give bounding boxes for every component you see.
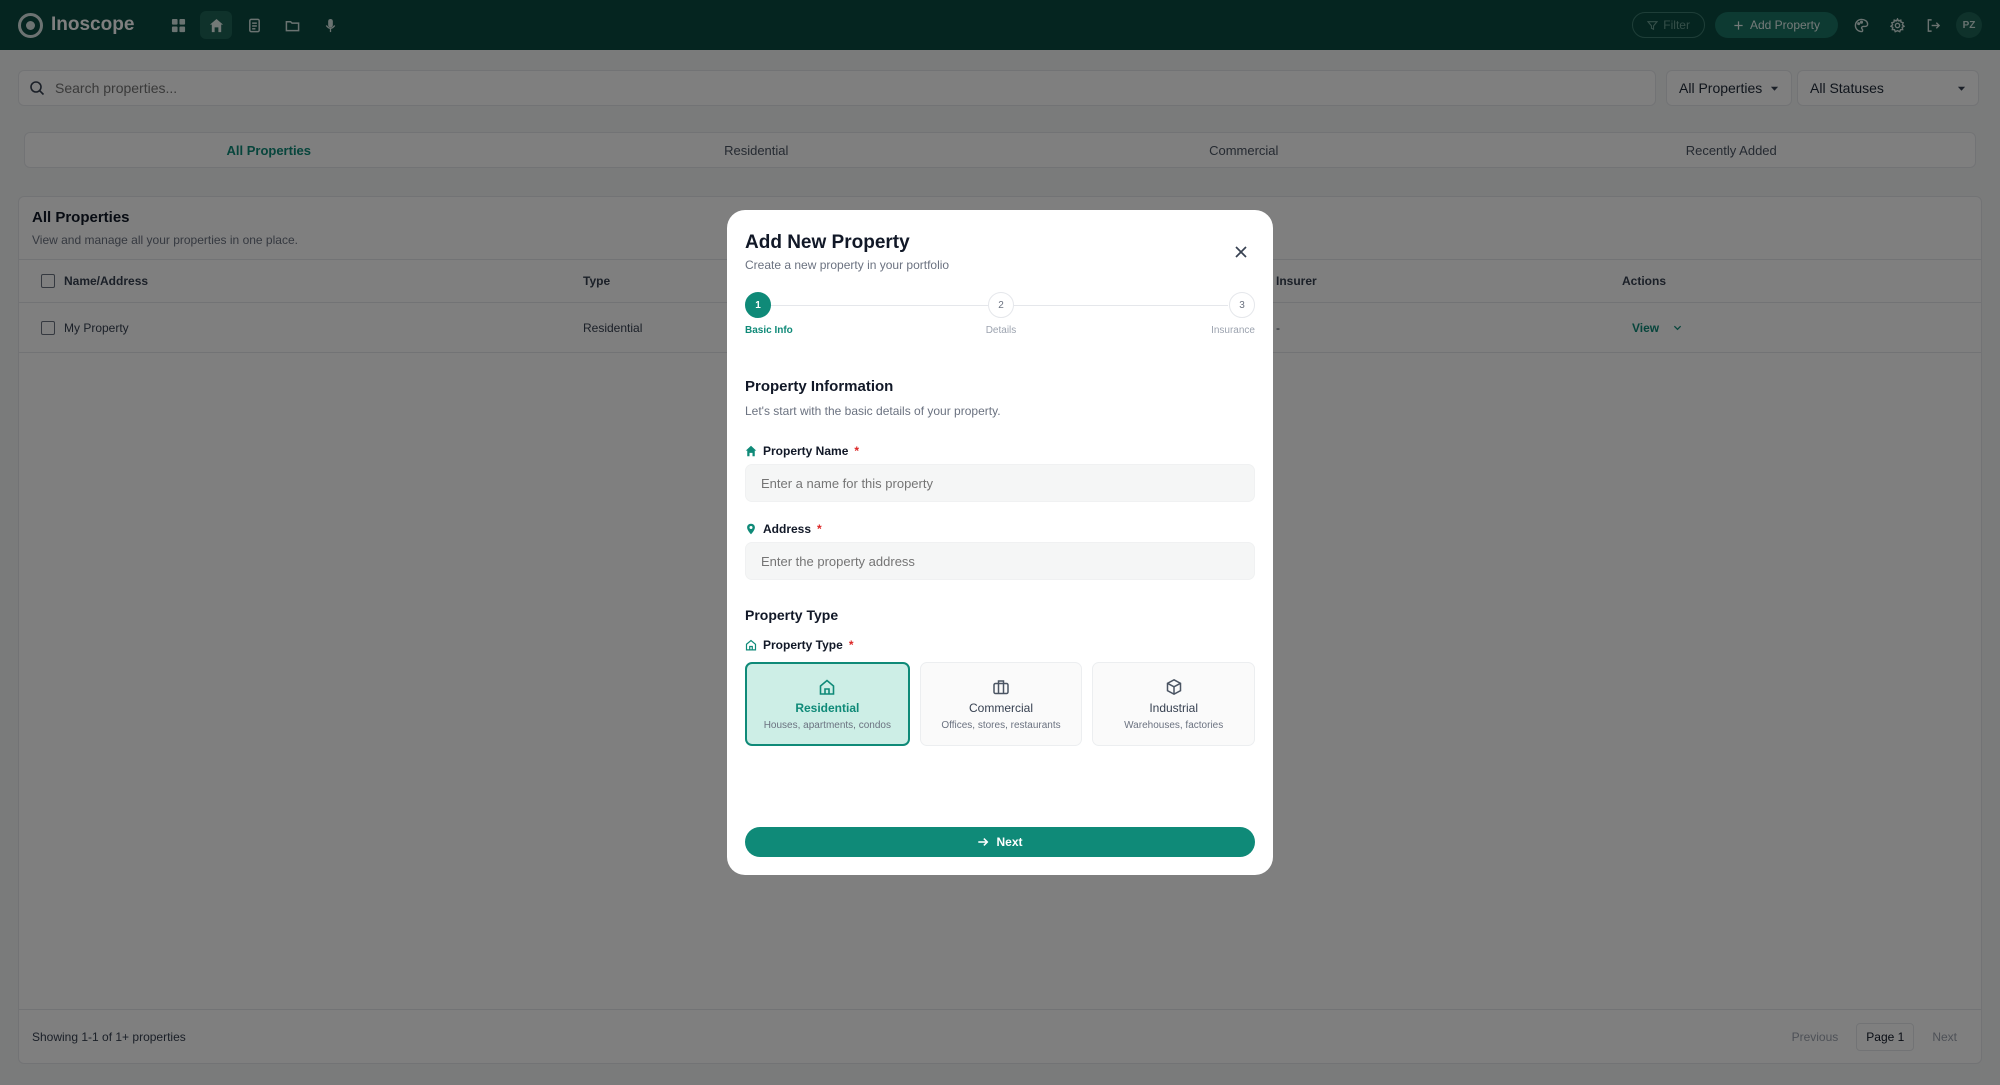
option-name: Residential (795, 700, 860, 715)
box-icon (1166, 678, 1181, 695)
type-option-residential[interactable]: Residential Houses, apartments, condos (745, 662, 910, 746)
home-outline-icon (745, 639, 757, 651)
option-description: Houses, apartments, condos (763, 719, 891, 731)
label-text: Property Name (763, 444, 849, 458)
step-insurance: 3 Insurance (1205, 292, 1255, 336)
briefcase-icon (993, 679, 1009, 694)
step-number: 3 (1229, 292, 1255, 318)
required-mark: * (848, 638, 854, 652)
dialog-subtitle: Create a new property in your portfolio (745, 258, 950, 272)
property-name-label: Property Name * (745, 444, 859, 458)
property-type-options: Residential Houses, apartments, condos C… (745, 662, 1256, 746)
option-description: Warehouses, factories (1124, 719, 1224, 731)
section-subtitle: Let's start with the basic details of yo… (745, 404, 1001, 418)
map-pin-icon (747, 523, 755, 535)
section-title: Property Type (745, 607, 839, 623)
step-label: Insurance (1211, 325, 1255, 336)
option-name: Commercial (969, 700, 1034, 715)
option-name: Industrial (1149, 700, 1199, 715)
required-mark: * (854, 444, 860, 458)
add-property-dialog: Add New Property Create a new property i… (727, 210, 1273, 875)
step-number: 2 (988, 292, 1014, 318)
step-basic-info: 1 Basic Info (738, 292, 793, 336)
step-connector (771, 305, 988, 306)
step-label: Details (985, 325, 1017, 336)
required-mark: * (817, 522, 822, 536)
address-field (745, 542, 1255, 580)
home-icon (745, 445, 757, 457)
close-icon[interactable] (1233, 244, 1249, 260)
property-name-field (745, 464, 1255, 502)
option-description: Offices, stores, restaurants (941, 719, 1061, 731)
type-option-industrial[interactable]: Industrial Warehouses, factories (1092, 662, 1256, 746)
next-label: Next (996, 835, 1023, 849)
step-number: 1 (745, 292, 771, 318)
property-name-input[interactable] (761, 475, 1254, 491)
arrow-right-icon (978, 838, 989, 846)
step-connector (1014, 305, 1228, 306)
next-button[interactable]: Next (745, 827, 1255, 857)
label-text: Address (763, 522, 812, 536)
type-option-commercial[interactable]: Commercial Offices, stores, restaurants (919, 662, 1083, 746)
label-text: Property Type (763, 638, 843, 652)
home-outline-icon (820, 678, 835, 695)
step-indicator: 1 Basic Info 2 Details 3 Insurance (745, 292, 1255, 342)
dialog-title: Add New Property (745, 232, 910, 253)
property-type-label: Property Type * (745, 638, 853, 652)
address-input[interactable] (761, 553, 1254, 569)
step-details: 2 Details (975, 292, 1027, 336)
step-label: Basic Info (745, 325, 793, 336)
section-title: Property Information (745, 378, 894, 395)
address-label: Address * (745, 522, 822, 536)
